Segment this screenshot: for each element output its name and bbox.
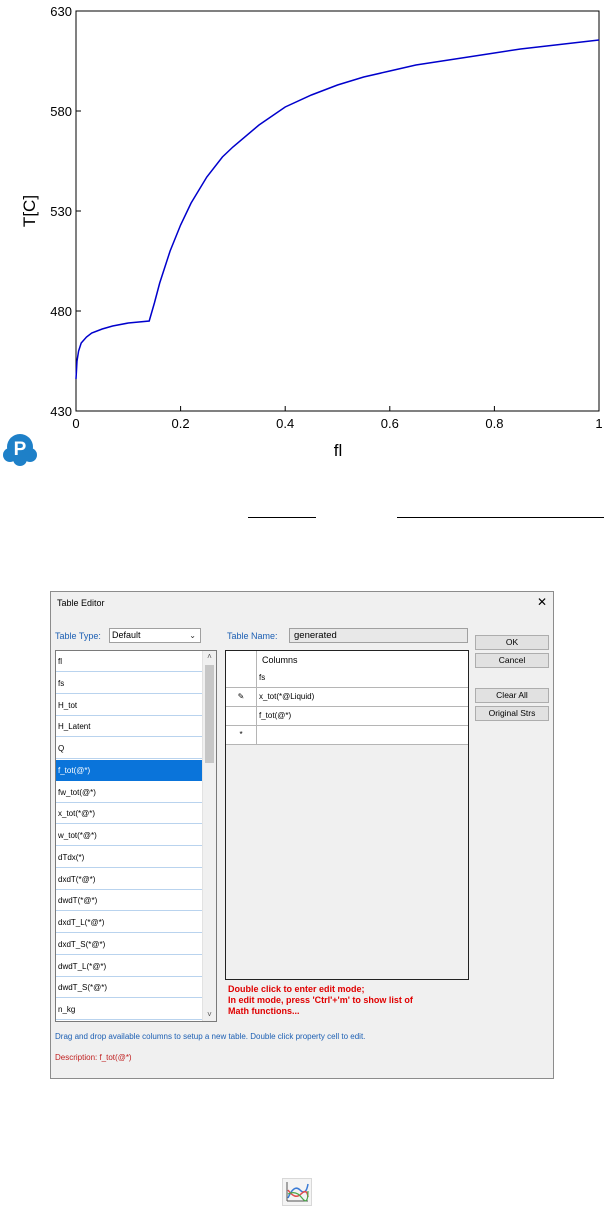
plot-frame: [75, 10, 600, 412]
table-name-input[interactable]: generated: [289, 628, 468, 643]
hint-line: Double click to enter edit mode;: [228, 984, 365, 994]
x-tick-label: 1: [595, 416, 602, 431]
y-tick-label: 580: [50, 104, 72, 119]
list-scrollbar[interactable]: ˄ ˅: [202, 651, 216, 1021]
y-axis-label: T[C]: [20, 195, 39, 227]
hint-line: In edit mode, press 'Ctrl'+'m' to show l…: [228, 995, 413, 1005]
list-item[interactable]: fs: [56, 673, 204, 694]
close-icon[interactable]: ✕: [537, 595, 547, 609]
y-tick-label: 630: [50, 4, 72, 19]
table-editor-dialog: Table Editor ✕ Table Type: Default ⌄ Tab…: [50, 591, 554, 1079]
list-item[interactable]: dwdT_L(*@*): [56, 956, 204, 977]
grid-cell[interactable]: fs: [257, 669, 265, 687]
list-item[interactable]: x_tot(*@*): [56, 803, 204, 825]
list-item[interactable]: dxdT(*@*): [56, 869, 204, 890]
hint-line: Math functions...: [228, 1006, 300, 1016]
dialog-title: Table Editor: [57, 598, 105, 608]
edit-mode-hint: Double click to enter edit mode; In edit…: [228, 984, 458, 1017]
list-item[interactable]: H_tot: [56, 695, 204, 716]
series-line: [75, 39, 600, 380]
x-tick-label: 0: [72, 416, 79, 431]
original-strs-button[interactable]: Original Strs: [475, 706, 549, 721]
available-columns-list[interactable]: fl fs H_tot H_Latent Qf_tot(@*) fw_tot(@*) x_t…: [55, 650, 217, 1022]
scroll-thumb[interactable]: [205, 665, 214, 763]
y-tick-label: 480: [50, 304, 72, 319]
x-tick-label: 0.6: [381, 416, 399, 431]
logo-icon: P: [3, 434, 37, 466]
chevron-down-icon: ⌄: [189, 631, 196, 640]
row-header: [226, 707, 257, 725]
scroll-down-icon[interactable]: ˅: [203, 1009, 216, 1021]
logo-letter: P: [14, 439, 27, 460]
list-item[interactable]: dxdT_L(*@*): [56, 912, 204, 933]
list-item[interactable]: Q: [56, 738, 204, 759]
new-row-marker: *: [226, 726, 257, 744]
x-tick-label: 0.2: [172, 416, 190, 431]
list-item[interactable]: H_Latent: [56, 716, 204, 738]
grid-header: Columns: [226, 651, 468, 670]
x-tick-label: 0.4: [276, 416, 294, 431]
columns-grid[interactable]: Columns fs ✎ x_tot(*@Liquid) f_tot(@*) *: [225, 650, 469, 980]
table-name-label: Table Name:: [227, 631, 278, 641]
grid-row[interactable]: f_tot(@*): [226, 707, 468, 726]
underline-rule: [248, 517, 316, 518]
y-tick-label: 530: [50, 204, 72, 219]
row-header: [226, 669, 257, 687]
underline-rule: [397, 517, 604, 518]
list-item[interactable]: n_kg: [56, 999, 204, 1020]
grid-row[interactable]: fs: [226, 669, 468, 688]
x-tick-label: 0.8: [485, 416, 503, 431]
table-type-select[interactable]: Default ⌄: [109, 628, 201, 643]
description-text: Description: f_tot(@*): [55, 1053, 132, 1062]
table-type-value: Default: [112, 630, 141, 640]
list-item[interactable]: dwdT_S(*@*): [56, 977, 204, 999]
list-item[interactable]: fw_tot(@*): [56, 782, 204, 803]
clear-all-button[interactable]: Clear All: [475, 688, 549, 703]
help-text: Drag and drop available columns to setup…: [55, 1032, 366, 1041]
y-tick-label: 430: [50, 404, 72, 419]
columns-header: Columns: [262, 655, 298, 665]
list-item[interactable]: dwdT(*@*): [56, 890, 204, 912]
chart-app-icon[interactable]: [282, 1178, 312, 1206]
list-item[interactable]: dxdT_S(*@*): [56, 934, 204, 955]
scroll-up-icon[interactable]: ˄: [203, 651, 216, 663]
list-item[interactable]: dTdx(*): [56, 847, 204, 868]
grid-cell[interactable]: x_tot(*@Liquid): [257, 688, 314, 706]
temperature-vs-fl-chart: 0 0.2 0.4 0.6 0.8 1 430 480 530 580 630 T[C] fl P: [3, 4, 603, 466]
list-item[interactable]: fl: [56, 651, 204, 672]
list-item[interactable]: f_tot(@*): [56, 759, 204, 781]
grid-row[interactable]: ✎ x_tot(*@Liquid): [226, 688, 468, 707]
list-item[interactable]: w_tot(*@*): [56, 825, 204, 846]
grid-new-row[interactable]: *: [226, 726, 468, 745]
row-header-corner: [226, 651, 257, 669]
table-type-label: Table Type:: [55, 631, 101, 641]
cancel-button[interactable]: Cancel: [475, 653, 549, 668]
edit-pencil-icon: ✎: [226, 688, 257, 706]
grid-cell[interactable]: f_tot(@*): [257, 707, 291, 725]
x-axis-label: fl: [334, 441, 343, 460]
ok-button[interactable]: OK: [475, 635, 549, 650]
